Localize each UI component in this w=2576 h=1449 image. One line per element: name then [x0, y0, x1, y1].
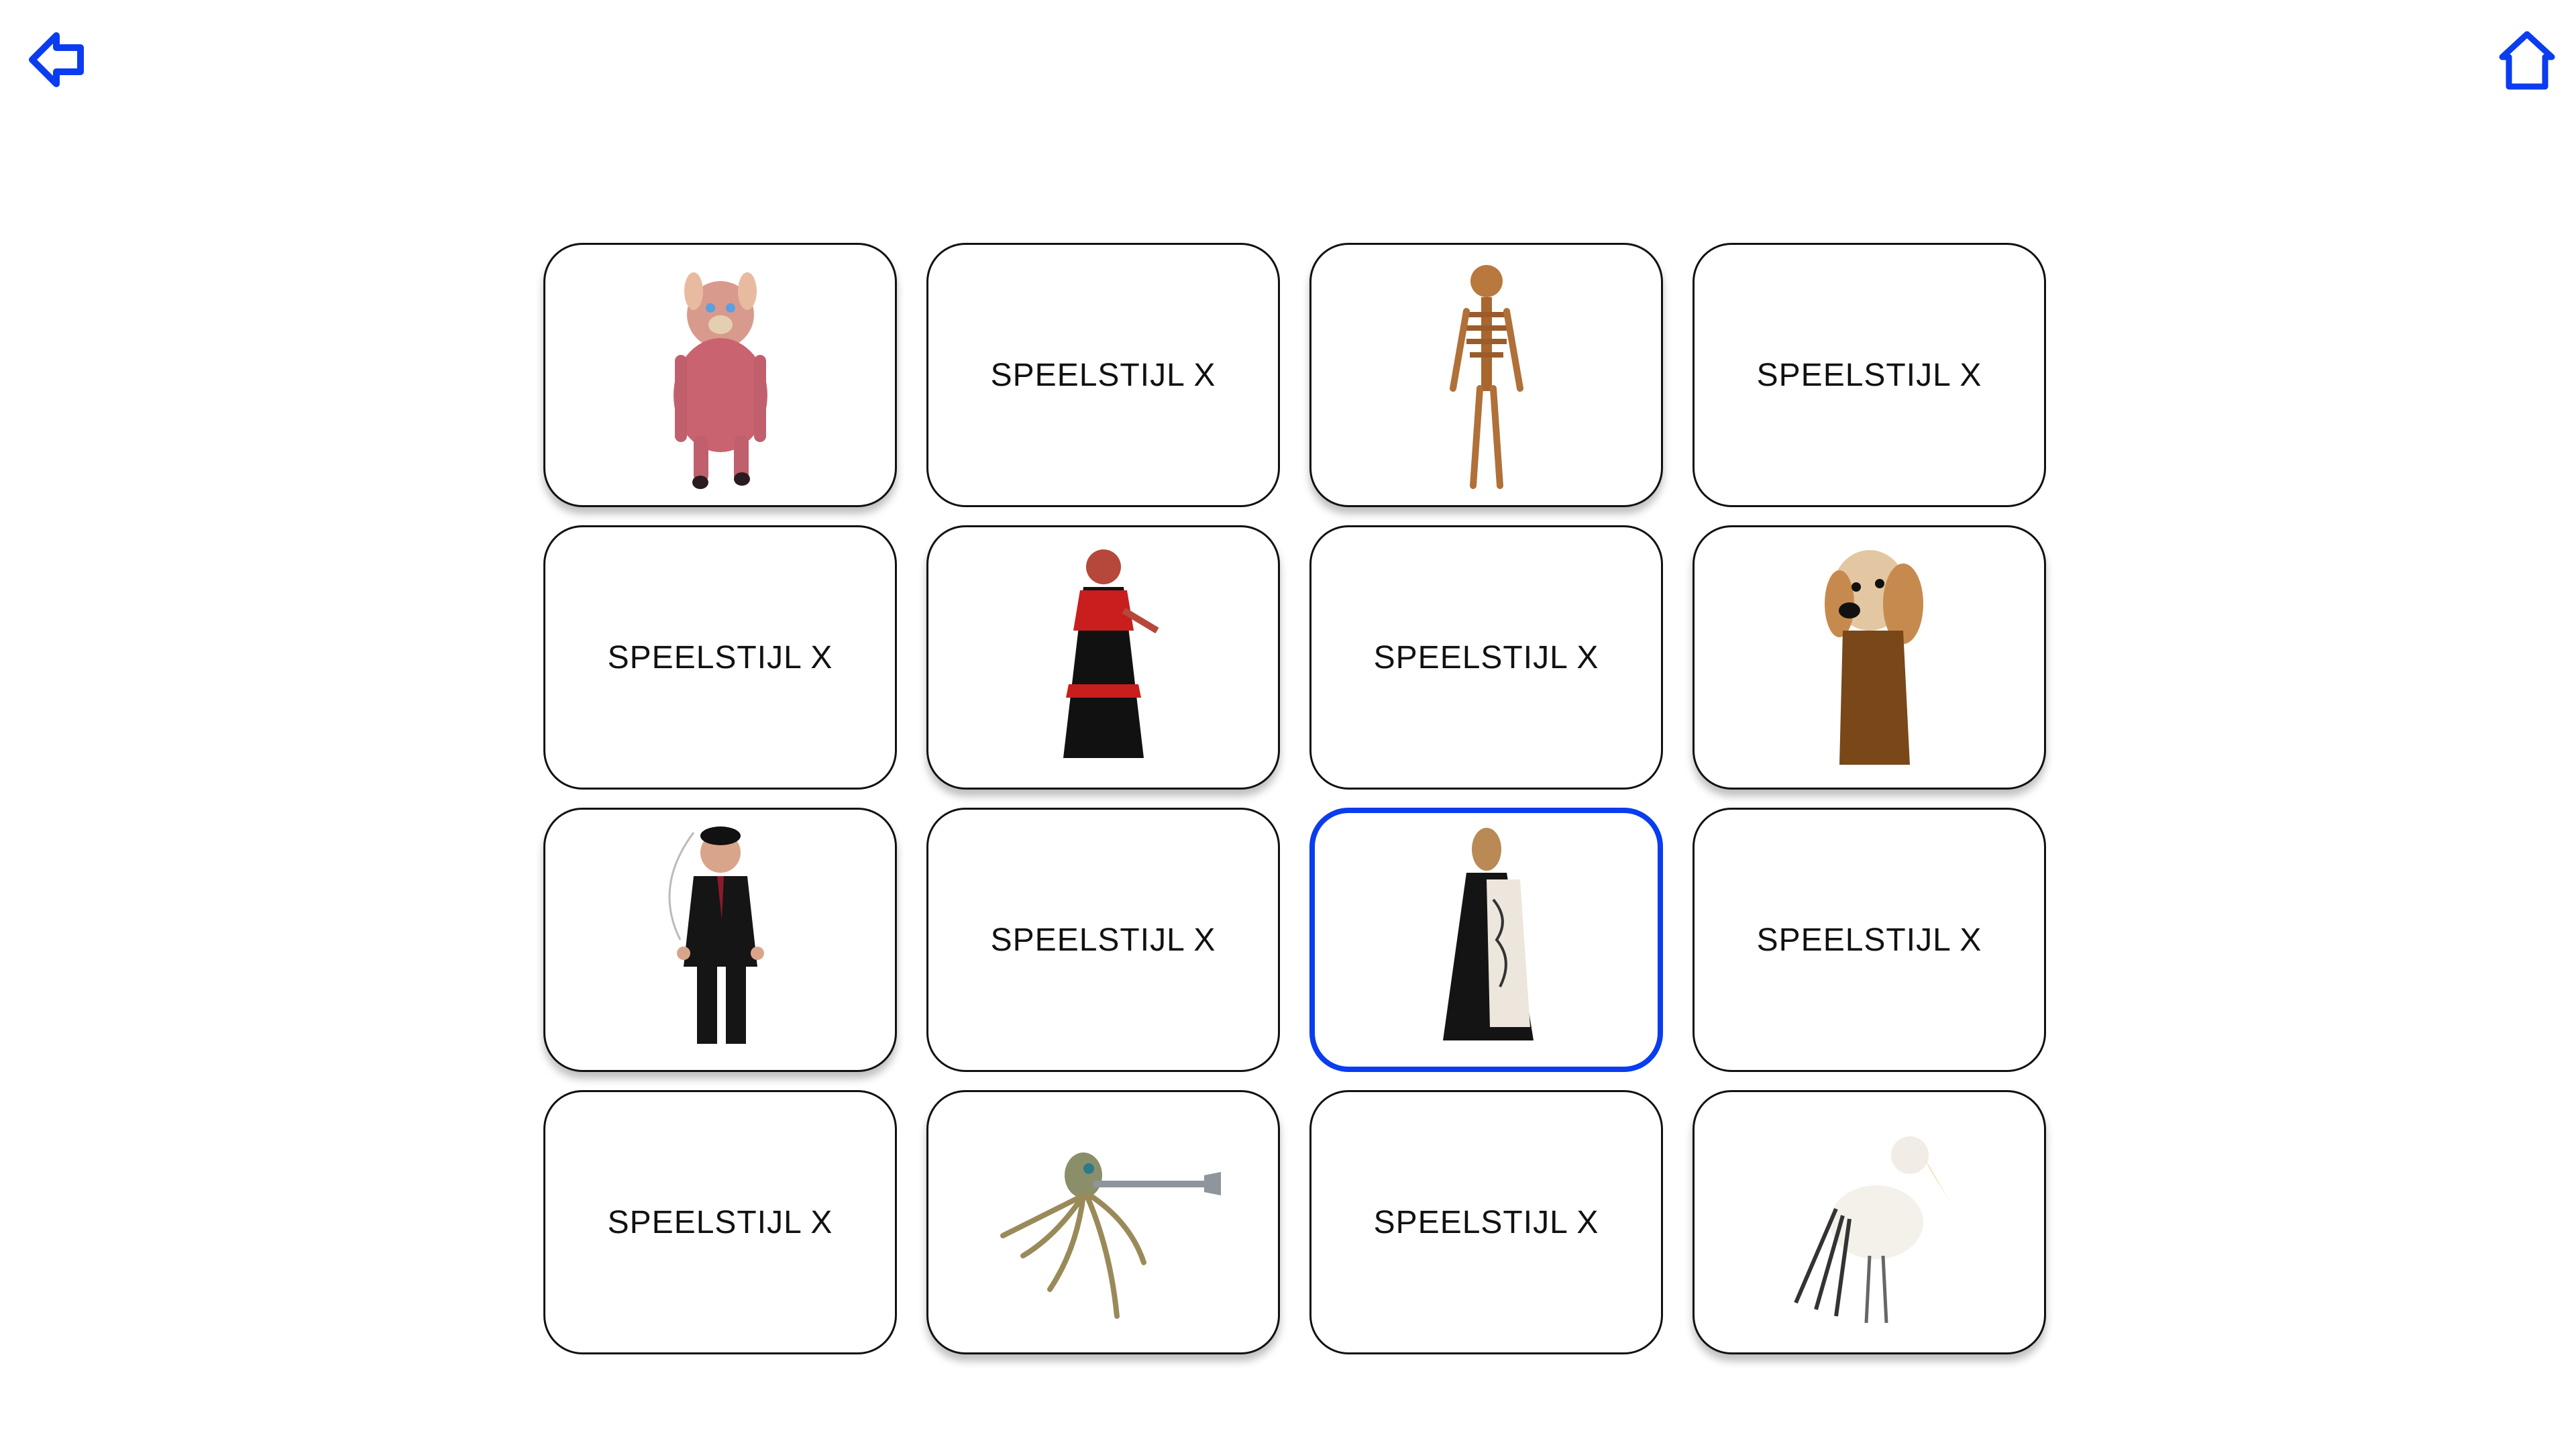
skeleton-puppet-image	[1449, 265, 1523, 489]
memory-card-hidden[interactable]: SPEELSTIJL X	[1309, 1090, 1663, 1354]
memory-card-hidden[interactable]: SPEELSTIJL X	[926, 243, 1280, 507]
card-label: SPEELSTIJL X	[1756, 922, 1982, 958]
memory-card-octopus-puppet[interactable]	[926, 1090, 1280, 1354]
card-label: SPEELSTIJL X	[990, 922, 1216, 958]
memory-card-hidden[interactable]: SPEELSTIJL X	[1309, 525, 1663, 790]
memory-card-pig-puppet[interactable]	[543, 243, 897, 507]
memory-card-skeleton-puppet[interactable]	[1309, 243, 1663, 507]
card-label: SPEELSTIJL X	[607, 639, 833, 676]
memory-card-cloaked-figure-puppet[interactable]	[1309, 808, 1663, 1072]
card-label: SPEELSTIJL X	[1373, 639, 1599, 676]
memory-card-man-in-suit-puppet[interactable]	[543, 808, 897, 1072]
card-label: SPEELSTIJL X	[1373, 1204, 1599, 1240]
pig-puppet-image	[673, 272, 767, 489]
home-icon[interactable]	[2497, 30, 2557, 91]
man-in-suit-puppet-image	[668, 826, 764, 1044]
back-arrow-icon[interactable]	[28, 30, 89, 91]
cloaked-figure-puppet-image	[1442, 828, 1534, 1040]
dog-puppet-image	[1824, 550, 1923, 765]
bird-puppet-image	[1793, 1136, 1950, 1324]
octopus-puppet-image	[1000, 1152, 1221, 1319]
card-label: SPEELSTIJL X	[607, 1204, 833, 1240]
memory-card-hidden[interactable]: SPEELSTIJL X	[926, 808, 1280, 1072]
memory-card-grid: SPEELSTIJL X SPEELSTIJL X SPEELSTIJL X SPEE…	[543, 243, 2046, 1354]
memory-card-dog-puppet[interactable]	[1693, 525, 2046, 790]
memory-card-devil-puppet[interactable]	[926, 525, 1280, 790]
memory-card-bird-puppet[interactable]	[1693, 1090, 2046, 1354]
card-label: SPEELSTIJL X	[1756, 357, 1982, 393]
memory-card-hidden[interactable]: SPEELSTIJL X	[543, 1090, 897, 1354]
card-label: SPEELSTIJL X	[990, 357, 1216, 393]
memory-card-hidden[interactable]: SPEELSTIJL X	[543, 525, 897, 790]
devil-puppet-image	[1063, 549, 1159, 758]
memory-card-hidden[interactable]: SPEELSTIJL X	[1693, 243, 2046, 507]
memory-card-hidden[interactable]: SPEELSTIJL X	[1693, 808, 2046, 1072]
